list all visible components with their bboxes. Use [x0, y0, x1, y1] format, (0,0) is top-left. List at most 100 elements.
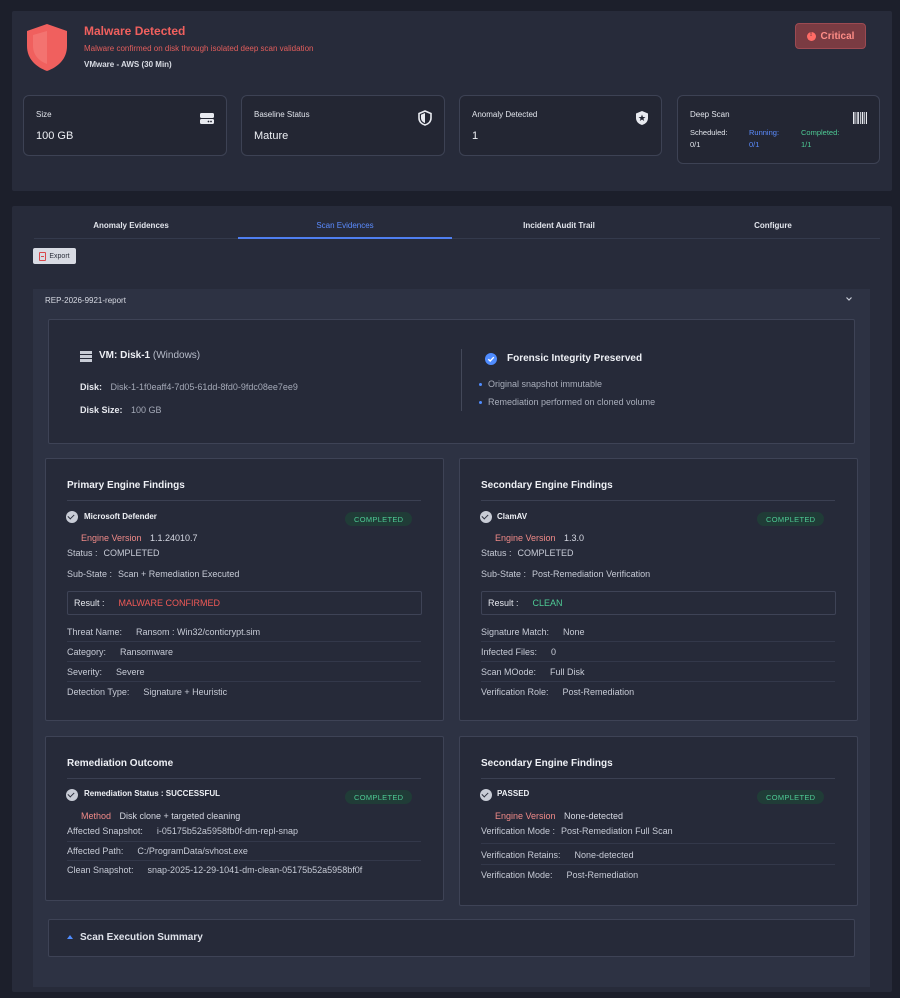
card-title: Secondary Engine Findings [481, 480, 613, 491]
row-divider [481, 661, 835, 662]
verification-status: PASSED [497, 789, 530, 798]
status-badge: COMPLETED [345, 790, 413, 804]
check-circle-icon [480, 511, 492, 523]
row-divider [67, 641, 421, 642]
row-divider [481, 843, 835, 844]
check-circle-icon [480, 789, 492, 801]
alert-circle-icon [806, 31, 816, 41]
shield-star-icon [636, 111, 648, 125]
server-icon [80, 351, 92, 362]
status-badge: COMPLETED [757, 512, 825, 526]
tab-anomaly-evidences[interactable]: Anomaly Evidences [24, 221, 238, 238]
check-circle-icon [66, 789, 78, 801]
engine-substate-row: Sub-State : Scan + Remediation Executed [67, 569, 240, 579]
check-circle-icon [66, 511, 78, 523]
detail-row: Detection Type: Signature + Heuristic [67, 687, 228, 697]
deep-scan-scheduled: Scheduled: 0/1 [690, 128, 728, 149]
alert-environment: VMware - AWS (30 Min) [84, 60, 172, 69]
detail-row: Threat Name: Ransom : Win32/conticrypt.si… [67, 627, 261, 637]
shield-alert-icon [27, 24, 67, 71]
detail-row: Clean Snapshot: snap-2025-12-29-1041-dm-c… [67, 865, 363, 875]
tab-scan-evidences[interactable]: Scan Evidences [238, 221, 452, 238]
stat-label: Anomaly Detected [472, 110, 538, 119]
engine-version-row: Engine Version 1.1.24010.7 [81, 533, 198, 543]
tab-divider [34, 238, 880, 239]
detail-row: Affected Snapshot: i-05175b52a5958fb0f-dm… [67, 826, 298, 836]
row-divider [481, 641, 835, 642]
card-title: Secondary Engine Findings [481, 758, 613, 769]
row-divider [67, 681, 421, 682]
stat-value: 1 [472, 130, 479, 142]
detail-row: Verification Mode : Post-Remediation Full… [481, 826, 673, 836]
shield-half-icon [418, 110, 432, 126]
engine-name: ClamAV [497, 512, 528, 521]
stat-label: Baseline Status [254, 110, 310, 119]
stat-value: Mature [254, 130, 289, 142]
deep-scan-running: Running: 0/1 [749, 128, 780, 149]
status-badge: COMPLETED [345, 512, 413, 526]
result-box: Result : MALWARE CONFIRMED [67, 591, 422, 615]
card-divider [67, 778, 421, 779]
vm-title: VM: Disk-1 (Windows) [99, 350, 201, 361]
detail-row: Severity: Severe [67, 667, 145, 677]
detail-row: Scan MOode: Full Disk [481, 667, 585, 677]
stat-card-baseline: Baseline Status Mature [241, 95, 445, 156]
scan-summary-title[interactable]: Scan Execution Summary [80, 932, 203, 943]
vm-disk-size-row: Disk Size: 100 GB [80, 405, 162, 415]
severity-badge: Critical [795, 23, 866, 49]
row-divider [67, 661, 421, 662]
pdf-file-icon [39, 251, 47, 261]
engine-version-row: Engine Version None-detected [495, 811, 624, 821]
deep-scan-completed: Completed: 1/1 [801, 128, 840, 149]
active-tab-indicator [238, 237, 452, 239]
forensic-title: Forensic Integrity Preserved [507, 353, 643, 364]
detail-row: Affected Path: C:/ProgramData/svhost.exe [67, 846, 248, 856]
forensic-item: Remediation performed on cloned volume [479, 397, 655, 407]
chevron-down-icon[interactable] [845, 295, 853, 303]
row-divider [67, 860, 421, 861]
stat-label: Deep Scan [690, 110, 730, 119]
status-badge: COMPLETED [757, 790, 825, 804]
tab-configure[interactable]: Configure [666, 221, 880, 238]
alert-title: Malware Detected [84, 24, 186, 38]
vm-divider [461, 349, 462, 411]
row-divider [481, 864, 835, 865]
caret-up-icon[interactable] [67, 935, 73, 939]
export-button[interactable]: Export [33, 248, 76, 264]
engine-version-row: Engine Version 1.3.0 [495, 533, 585, 543]
row-divider [481, 681, 835, 682]
detail-row: Verification Mode: Post-Remediation [481, 870, 639, 880]
severity-label: Critical [820, 30, 855, 42]
stat-card-size: Size 100 GB [23, 95, 227, 156]
export-label: Export [49, 252, 70, 260]
stat-label: Size [36, 110, 52, 119]
engine-substate-row: Sub-State : Post-Remediation Verification [481, 569, 651, 579]
card-divider [481, 778, 835, 779]
forensic-item: Original snapshot immutable [479, 379, 602, 389]
remediation-method-row: Method Disk clone + targeted cleaning [81, 811, 241, 821]
detail-row: Infected Files: 0 [481, 647, 557, 657]
tab-incident-audit-trail[interactable]: Incident Audit Trail [452, 221, 666, 238]
detail-row: Signature Match: None [481, 627, 585, 637]
card-title: Primary Engine Findings [67, 480, 185, 491]
detail-row: Category: Ransomware [67, 647, 174, 657]
stat-card-deep-scan: Deep Scan Scheduled: 0/1 Running: 0/1 Comp… [677, 95, 880, 164]
detail-row: Verification Role: Post-Remediation [481, 687, 635, 697]
check-circle-icon [485, 353, 497, 365]
card-title: Remediation Outcome [67, 758, 174, 769]
storage-drive-icon [200, 113, 214, 124]
vm-disk-row: Disk: Disk-1-1f0eaff4-7d05-61dd-8fd0-9fd… [80, 382, 298, 392]
engine-status-row: Status : COMPLETED [481, 548, 574, 558]
barcode-icon [853, 112, 867, 124]
row-divider [67, 841, 421, 842]
remediation-status: Remediation Status : SUCCESSFUL [84, 789, 221, 798]
stat-card-anomaly: Anomaly Detected 1 [459, 95, 662, 156]
card-divider [67, 500, 421, 501]
report-title[interactable]: REP-2026-9921-report [45, 296, 126, 305]
engine-name: Microsoft Defender [84, 512, 157, 521]
stat-value: 100 GB [36, 130, 74, 142]
engine-status-row: Status : COMPLETED [67, 548, 160, 558]
alert-subtitle: Malware confirmed on disk through isolat… [84, 44, 314, 53]
detail-row: Verification Retains: None-detected [481, 850, 634, 860]
card-divider [481, 500, 835, 501]
